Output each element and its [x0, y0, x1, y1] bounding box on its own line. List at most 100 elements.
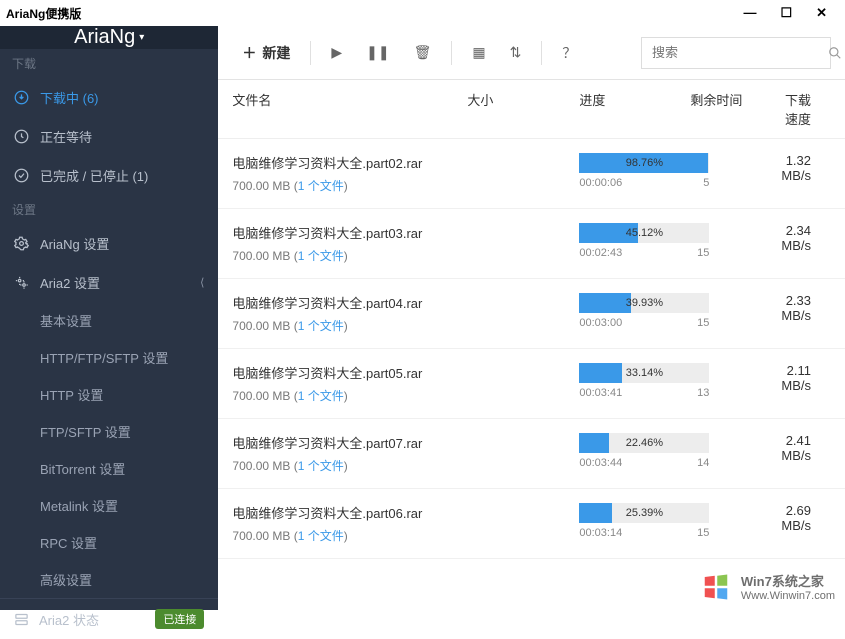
progress-info: 00:03:1415: [579, 527, 709, 539]
file-meta: 700.00 MB (1 个文件): [232, 247, 467, 264]
sub-http[interactable]: HTTP 设置: [0, 376, 218, 413]
connections: 15: [697, 247, 709, 259]
col-progress[interactable]: 进度: [579, 90, 651, 128]
speed-cell: 1.32 MB/s: [781, 153, 831, 183]
table-row[interactable]: 电脑维修学习资料大全.part06.rar700.00 MB (1 个文件)25…: [218, 489, 845, 559]
table-row[interactable]: 电脑维修学习资料大全.part03.rar 700.00 MB (1 个文件) 45…: [218, 209, 845, 279]
progress-info: 00:03:0015: [579, 317, 709, 329]
aria2-status[interactable]: Aria2 状态 已连接: [0, 598, 218, 639]
separator: [310, 41, 311, 65]
brand[interactable]: AriaNg ▾: [0, 26, 218, 49]
elapsed-time: 00:00:06: [579, 177, 622, 189]
nav-aria2-settings[interactable]: Aria2 设置 ⟨: [0, 263, 218, 302]
progress-bar: 98.76%: [579, 153, 709, 173]
new-button[interactable]: ＋ 新建: [232, 37, 300, 69]
speed-cell: 2.33 MB/s: [781, 293, 831, 323]
search-box[interactable]: [641, 37, 831, 69]
col-name[interactable]: 文件名: [232, 90, 467, 128]
sub-metalink[interactable]: Metalink 设置: [0, 487, 218, 524]
sub-rpc[interactable]: RPC 设置: [0, 524, 218, 561]
file-meta: 700.00 MB (1 个文件): [232, 527, 467, 544]
column-headers: 文件名 大小 进度 剩余时间 下载速度: [218, 80, 845, 139]
download-list: 电脑维修学习资料大全.part02.rar700.00 MB (1 个文件)98…: [218, 139, 845, 559]
progress-bar: 22.46%: [579, 433, 709, 453]
check-icon: [14, 168, 30, 183]
separator: [451, 41, 452, 65]
progress-text: 98.76%: [579, 153, 709, 173]
nav-downloading[interactable]: 下载中 (6): [0, 78, 218, 117]
search-input[interactable]: [652, 45, 828, 60]
file-name: 电脑维修学习资料大全.part07.rar: [232, 433, 467, 452]
file-count-link[interactable]: 1 个文件: [298, 529, 344, 543]
progress-bar: 33.14%: [579, 363, 709, 383]
sort-icon: ⇅: [510, 44, 522, 61]
view-button[interactable]: ▦: [462, 38, 495, 67]
sub-ftp-sftp[interactable]: FTP/SFTP 设置: [0, 413, 218, 450]
file-count-link[interactable]: 1 个文件: [298, 319, 344, 333]
minimize-button[interactable]: —: [743, 5, 756, 21]
file-name: 电脑维修学习资料大全.part03.rar: [232, 223, 467, 242]
table-row[interactable]: 电脑维修学习资料大全.part07.rar 700.00 MB (1 个文件) 22…: [218, 419, 845, 489]
nav-downloading-label: 下载中 (6): [40, 88, 99, 107]
nav-aria2-settings-label: Aria2 设置: [40, 273, 100, 292]
file-name: 电脑维修学习资料大全.part04.rar: [232, 293, 467, 312]
start-button[interactable]: ▶: [321, 38, 352, 67]
file-meta: 700.00 MB (1 个文件): [232, 457, 467, 474]
sub-http-ftp-sftp[interactable]: HTTP/FTP/SFTP 设置: [0, 339, 218, 376]
nav-stopped[interactable]: 已完成 / 已停止 (1): [0, 156, 218, 195]
file-name: 电脑维修学习资料大全.part06.rar: [232, 503, 467, 522]
file-count-link[interactable]: 1 个文件: [298, 249, 344, 263]
sub-bittorrent[interactable]: BitTorrent 设置: [0, 450, 218, 487]
maximize-button[interactable]: ☐: [780, 5, 792, 21]
progress-bar: 45.12%: [579, 223, 709, 243]
close-button[interactable]: ✕: [816, 5, 827, 21]
file-meta: 700.00 MB (1 个文件): [232, 317, 467, 334]
chevron-left-icon: ⟨: [200, 276, 204, 289]
watermark-line1: Win7系统之家: [741, 571, 835, 590]
delete-button[interactable]: 🗑: [404, 38, 442, 67]
file-meta: 700.00 MB (1 个文件): [232, 177, 467, 194]
watermark-line2: Www.Winwin7.com: [741, 590, 835, 602]
file-cell: 电脑维修学习资料大全.part04.rar 700.00 MB (1 个文件): [232, 293, 467, 334]
nav-ariang-settings-label: AriaNg 设置: [40, 234, 109, 253]
gear-icon: [14, 236, 30, 251]
section-settings-label: 设置: [0, 195, 218, 224]
file-name: 电脑维修学习资料大全.part05.rar: [232, 363, 467, 382]
aria2-status-label: Aria2 状态: [39, 610, 99, 629]
nav-waiting[interactable]: 正在等待: [0, 117, 218, 156]
pause-icon: ❚❚: [366, 44, 389, 61]
connections: 15: [697, 527, 709, 539]
file-count-link[interactable]: 1 个文件: [298, 389, 344, 403]
table-row[interactable]: 电脑维修学习资料大全.part05.rar700.00 MB (1 个文件)33…: [218, 349, 845, 419]
file-cell: 电脑维修学习资料大全.part06.rar 700.00 MB (1 个文件): [232, 503, 467, 544]
table-row[interactable]: 电脑维修学习资料大全.part04.rar700.00 MB (1 个文件)39…: [218, 279, 845, 349]
trash-icon: 🗑: [414, 44, 432, 61]
col-size[interactable]: 大小: [467, 90, 579, 128]
pause-button[interactable]: ❚❚: [356, 38, 399, 67]
progress-cell: 98.76%00:00:065: [579, 153, 781, 189]
file-count-link[interactable]: 1 个文件: [298, 459, 344, 473]
plus-icon: ＋: [242, 43, 256, 63]
file-cell: 电脑维修学习资料大全.part07.rar 700.00 MB (1 个文件): [232, 433, 467, 474]
sidebar: AriaNg ▾ 下载 下载中 (6) 正在等待 已完成 / 已停止 (1) 设…: [0, 26, 218, 610]
speed-cell: 2.11 MB/s: [781, 363, 831, 393]
sub-advanced[interactable]: 高级设置: [0, 561, 218, 598]
help-button[interactable]: ？: [552, 37, 586, 69]
connections: 13: [697, 387, 709, 399]
nav-ariang-settings[interactable]: AriaNg 设置: [0, 224, 218, 263]
col-speed[interactable]: 下载速度: [781, 90, 831, 128]
titlebar: AriaNg便携版 — ☐ ✕: [0, 0, 845, 26]
progress-text: 33.14%: [579, 363, 709, 383]
progress-info: 00:02:4315: [579, 247, 709, 259]
col-time[interactable]: 剩余时间: [651, 90, 781, 128]
progress-cell: 33.14%00:03:4113: [579, 363, 781, 399]
window-controls: — ☐ ✕: [743, 5, 839, 21]
sort-button[interactable]: ⇅: [500, 38, 532, 67]
table-row[interactable]: 电脑维修学习资料大全.part02.rar700.00 MB (1 个文件)98…: [218, 139, 845, 209]
search-icon: [828, 46, 842, 60]
speed-cell: 2.69 MB/s: [781, 503, 831, 533]
file-count-link[interactable]: 1 个文件: [298, 179, 344, 193]
sub-basic[interactable]: 基本设置: [0, 302, 218, 339]
play-icon: ▶: [331, 44, 342, 61]
progress-text: 45.12%: [579, 223, 709, 243]
